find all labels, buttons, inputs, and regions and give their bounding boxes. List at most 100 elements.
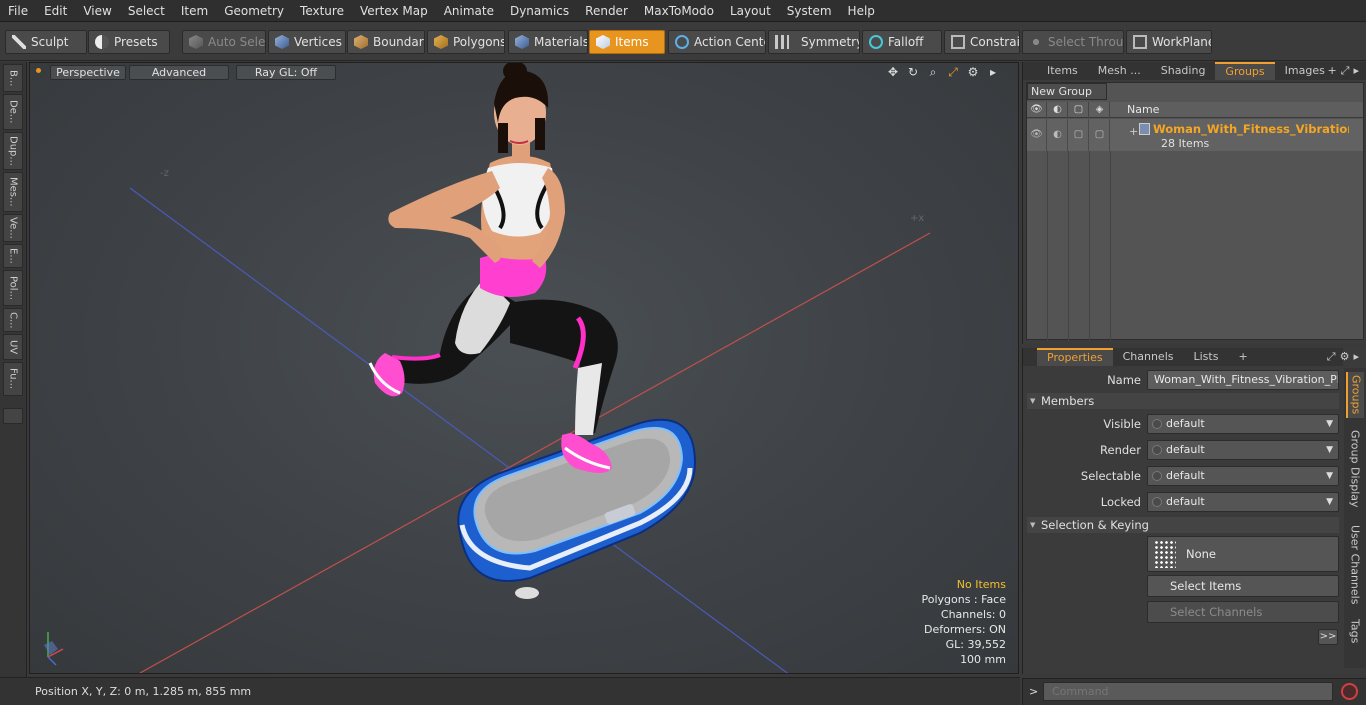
action-center-button[interactable]: Action Center <box>668 30 766 54</box>
boundary-button[interactable]: Boundary <box>347 30 425 54</box>
presets-button[interactable]: Presets <box>88 30 170 54</box>
selectable-dropdown[interactable]: default ▼ <box>1147 466 1339 486</box>
auto-select-button[interactable]: Auto Select <box>182 30 266 54</box>
props-settings-icon[interactable]: ⚙ <box>1340 350 1354 363</box>
left-tab-fusion[interactable]: Fu... <box>3 362 23 396</box>
falloff-button[interactable]: Falloff <box>862 30 942 54</box>
left-tab-basic[interactable]: B... <box>3 64 23 92</box>
select-channels-button[interactable]: Select Channels <box>1147 601 1339 623</box>
new-group-button[interactable]: New Group <box>1027 83 1107 100</box>
group-render-icon[interactable]: ◐ <box>1048 119 1068 151</box>
menu-select[interactable]: Select <box>120 0 173 22</box>
selection-keying-section[interactable]: Selection & Keying <box>1027 517 1339 533</box>
props-menu-icon[interactable]: ▸ <box>1353 350 1363 363</box>
polygons-button[interactable]: Polygons <box>427 30 505 54</box>
menu-render[interactable]: Render <box>577 0 636 22</box>
materials-button[interactable]: Materials <box>508 30 588 54</box>
add-tab-icon[interactable]: + <box>1327 64 1340 77</box>
expand-group-icon[interactable]: + <box>1129 125 1138 138</box>
none-button[interactable]: None <box>1147 536 1339 572</box>
select-items-button[interactable]: Select Items <box>1147 575 1339 597</box>
view-mode-button[interactable]: Perspective <box>50 65 126 80</box>
menu-layout[interactable]: Layout <box>722 0 779 22</box>
left-tool-strip: B... De... Dup... Mes... Ve... E... Pol.… <box>0 62 27 682</box>
3d-viewport[interactable]: -z +x Perspective Advanced Ray GL: Off ✥… <box>29 62 1019 674</box>
action-center-icon <box>675 35 689 49</box>
menu-edit[interactable]: Edit <box>36 0 75 22</box>
render-dropdown[interactable]: default ▼ <box>1147 440 1339 460</box>
members-section[interactable]: Members <box>1027 393 1339 409</box>
tab-properties[interactable]: Properties <box>1037 348 1113 366</box>
vertices-button[interactable]: Vertices 1 <box>268 30 346 54</box>
locked-dropdown[interactable]: default ▼ <box>1147 492 1339 512</box>
name-field[interactable]: Woman_With_Fitness_Vibration_Platf <box>1147 370 1339 390</box>
shading-mode-button[interactable]: Advanced <box>129 65 229 80</box>
panel-controls: +⤢▸ <box>1327 64 1363 78</box>
menu-system[interactable]: System <box>779 0 840 22</box>
left-tab-vertex[interactable]: Ve... <box>3 214 23 242</box>
group-icon <box>1139 123 1150 135</box>
menu-animate[interactable]: Animate <box>436 0 502 22</box>
rotate-icon[interactable]: ↻ <box>906 65 920 79</box>
side-tab-tags[interactable]: Tags <box>1346 614 1364 648</box>
panel-menu-icon[interactable]: ▸ <box>1353 64 1363 77</box>
record-icon[interactable] <box>1341 683 1358 700</box>
left-tab-edge[interactable]: E... <box>3 244 23 268</box>
viewport-info: No Items Polygons : Face Channels: 0 Def… <box>921 577 1006 667</box>
tab-mesh[interactable]: Mesh ... <box>1088 62 1151 80</box>
raygl-button[interactable]: Ray GL: Off <box>236 65 336 80</box>
maximize-icon[interactable]: ⤢ <box>946 65 960 79</box>
zoom-icon[interactable]: ⌕ <box>926 65 940 79</box>
menu-help[interactable]: Help <box>840 0 883 22</box>
tab-lists[interactable]: Lists <box>1184 348 1229 366</box>
pan-icon[interactable]: ✥ <box>886 65 900 79</box>
menu-item[interactable]: Item <box>173 0 216 22</box>
menu-vertex-map[interactable]: Vertex Map <box>352 0 436 22</box>
select-column-icon[interactable]: ◈ <box>1090 102 1110 118</box>
tab-groups[interactable]: Groups <box>1215 62 1275 80</box>
left-tab-deform[interactable]: De... <box>3 94 23 130</box>
render-column-icon[interactable]: ◐ <box>1048 102 1068 118</box>
menu-dynamics[interactable]: Dynamics <box>502 0 577 22</box>
props-panel-controls: ⤢⚙▸ <box>1327 350 1363 364</box>
expand-icon[interactable]: ⤢ <box>1341 64 1354 77</box>
visibility-column-icon[interactable]: 👁 <box>1027 102 1047 118</box>
group-visible-icon[interactable]: 👁 <box>1027 119 1047 151</box>
workplane-button[interactable]: WorkPlane <box>1126 30 1212 54</box>
tab-items[interactable]: Items <box>1037 62 1088 80</box>
props-expand-icon[interactable]: ⤢ <box>1327 350 1340 363</box>
items-button[interactable]: Items <box>589 30 665 54</box>
side-tab-user-channels[interactable]: User Channels <box>1346 520 1364 610</box>
tab-shading[interactable]: Shading <box>1151 62 1216 80</box>
group-select-icon[interactable]: ▢ <box>1090 119 1110 151</box>
viewport-settings-icon[interactable]: ⚙ <box>966 65 980 79</box>
left-strip-toggle[interactable] <box>3 408 23 424</box>
side-tab-groups[interactable]: Groups <box>1346 372 1364 418</box>
left-tab-uv[interactable]: UV <box>3 334 23 360</box>
select-through-button[interactable]: Select Through <box>1022 30 1124 54</box>
left-tab-duplicate[interactable]: Dup... <box>3 132 23 170</box>
brush-icon <box>12 35 26 49</box>
constraints-button[interactable]: Constrai... <box>944 30 1020 54</box>
menu-texture[interactable]: Texture <box>292 0 352 22</box>
group-lock-icon[interactable]: ▢ <box>1069 119 1089 151</box>
sculpt-button[interactable]: Sculpt <box>5 30 87 54</box>
menu-view[interactable]: View <box>75 0 119 22</box>
lock-column-icon[interactable]: ▢ <box>1069 102 1089 118</box>
menu-file[interactable]: File <box>0 0 36 22</box>
command-input[interactable] <box>1043 682 1333 701</box>
left-tab-polygon[interactable]: Pol... <box>3 270 23 306</box>
symmetry-button[interactable]: Symmetry <box>768 30 860 54</box>
menu-geometry[interactable]: Geometry <box>216 0 292 22</box>
tab-channels[interactable]: Channels <box>1113 348 1184 366</box>
group-row[interactable]: 👁 ◐ ▢ ▢ + Woman_With_Fitness_Vibration..… <box>1027 119 1363 151</box>
visible-dropdown[interactable]: default ▼ <box>1147 414 1339 434</box>
viewport-menu-arrow-icon[interactable]: ▸ <box>986 65 1000 79</box>
tab-images[interactable]: Images <box>1275 62 1335 80</box>
left-tab-mesh-edit[interactable]: Mes... <box>3 172 23 212</box>
left-tab-curve[interactable]: C... <box>3 308 23 332</box>
menu-maxtomodo[interactable]: MaxToModo <box>636 0 722 22</box>
side-tab-group-display[interactable]: Group Display <box>1346 422 1364 516</box>
add-props-tab-icon[interactable]: + <box>1228 348 1257 366</box>
more-button[interactable]: >> <box>1318 629 1338 645</box>
